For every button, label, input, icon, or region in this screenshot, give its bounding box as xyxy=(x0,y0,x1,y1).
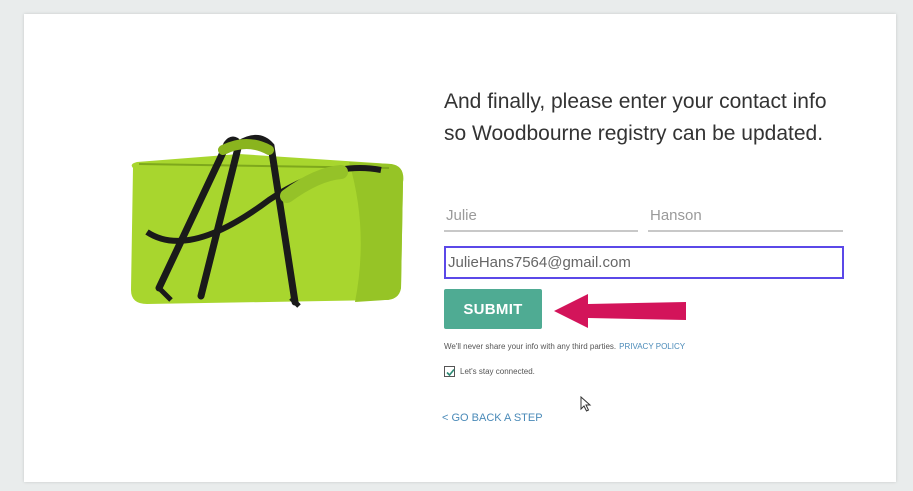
registry-form-card: And finally, please enter your contact i… xyxy=(24,14,896,482)
mouse-pointer-icon xyxy=(580,396,592,412)
go-back-link[interactable]: < GO BACK A STEP xyxy=(442,412,543,424)
privacy-note-text: We'll never share your info with any thi… xyxy=(444,342,617,351)
first-name-field[interactable] xyxy=(444,200,638,232)
duffel-bag-image xyxy=(131,135,404,308)
submit-button[interactable]: SUBMIT xyxy=(444,289,542,329)
checkmark-icon xyxy=(446,368,455,377)
stay-connected-checkbox[interactable] xyxy=(444,366,455,377)
arrow-left-icon xyxy=(554,294,686,328)
form-heading: And finally, please enter your contact i… xyxy=(444,90,827,145)
consent-label: Let's stay connected. xyxy=(460,367,535,376)
privacy-policy-link[interactable]: PRIVACY POLICY xyxy=(619,342,685,351)
consent-row: Let's stay connected. xyxy=(444,366,535,377)
privacy-note: We'll never share your info with any thi… xyxy=(444,342,685,351)
email-field[interactable] xyxy=(444,246,844,279)
last-name-field[interactable] xyxy=(648,200,843,232)
